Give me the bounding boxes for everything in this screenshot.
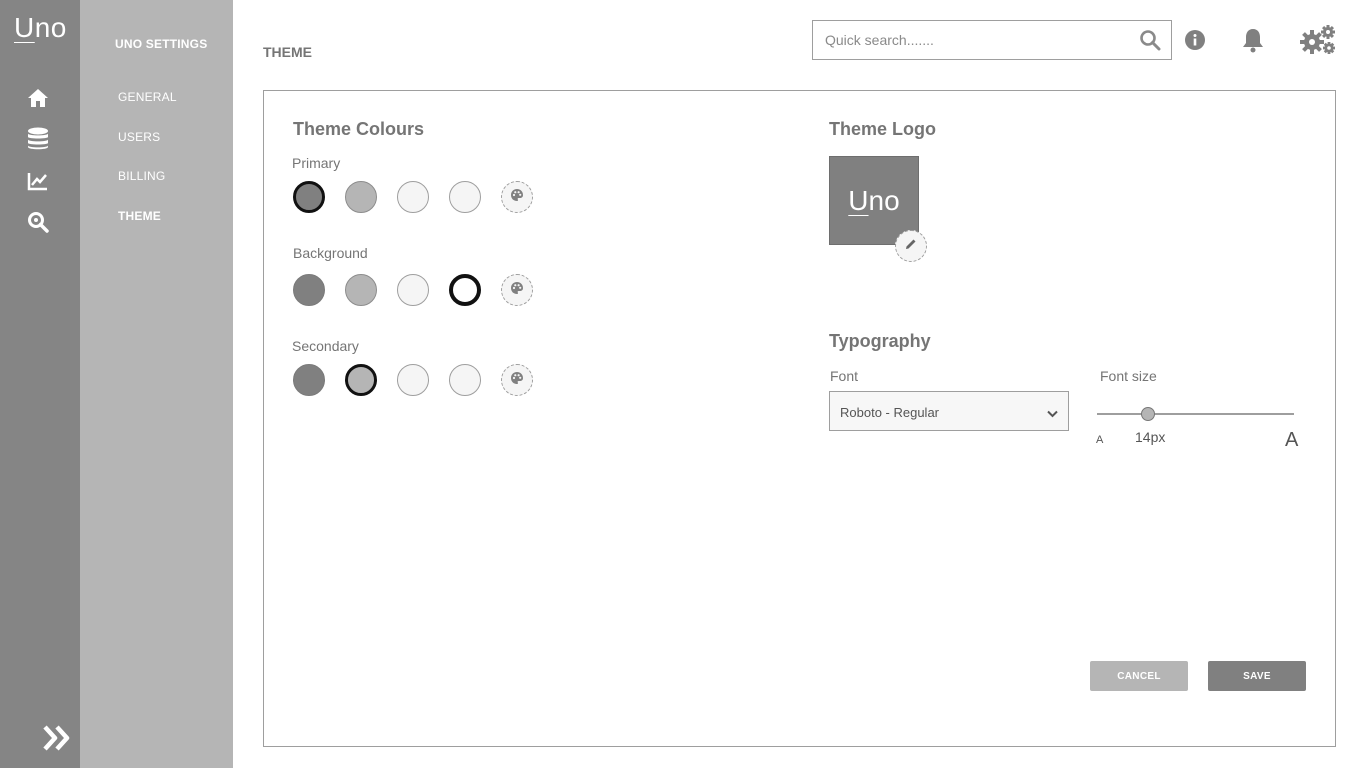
chevron-down-icon: [1047, 405, 1058, 423]
settings-gears-icon[interactable]: [1299, 24, 1337, 56]
secondary-swatch-2[interactable]: [345, 364, 377, 396]
quick-search: [812, 20, 1172, 60]
cancel-button[interactable]: CANCEL: [1090, 661, 1188, 691]
logo-preview-letters-rest: no: [868, 184, 900, 216]
subnav-item-general[interactable]: GENERAL: [118, 90, 177, 104]
palette-icon: [510, 281, 524, 300]
subnav-item-theme[interactable]: THEME: [118, 209, 161, 223]
logo-preview-letter-u: U: [848, 184, 869, 216]
primary-label: Primary: [292, 155, 341, 171]
secondary-custom-colour-button[interactable]: [501, 364, 533, 396]
edit-logo-button[interactable]: [895, 230, 927, 262]
font-size-max-label: A: [1285, 429, 1299, 451]
database-icon[interactable]: [26, 127, 50, 151]
search-input[interactable]: [813, 21, 1133, 59]
app-logo[interactable]: Uno: [14, 12, 67, 44]
icon-rail: Uno: [0, 0, 80, 768]
background-swatch-4[interactable]: [449, 274, 481, 306]
bell-icon[interactable]: [1241, 27, 1265, 53]
font-size-value: 14px: [1135, 429, 1166, 445]
background-swatch-1[interactable]: [293, 274, 325, 306]
pencil-icon: [905, 237, 917, 255]
primary-custom-colour-button[interactable]: [501, 181, 533, 213]
theme-logo-title: Theme Logo: [829, 119, 936, 139]
search-analytics-icon[interactable]: [26, 210, 50, 234]
primary-swatch-3[interactable]: [397, 181, 429, 213]
background-swatch-2[interactable]: [345, 274, 377, 306]
subnav-item-users[interactable]: USERS: [118, 130, 160, 144]
font-size-slider-handle[interactable]: [1141, 407, 1156, 421]
font-size-min-label: A: [1096, 434, 1104, 446]
save-button[interactable]: SAVE: [1208, 661, 1306, 691]
chart-icon[interactable]: [26, 169, 50, 193]
typography-title: Typography: [829, 331, 931, 351]
subnav-item-billing[interactable]: BILLING: [118, 169, 165, 183]
background-swatch-3[interactable]: [397, 274, 429, 306]
font-size-label: Font size: [1100, 368, 1157, 384]
palette-icon: [510, 188, 524, 207]
font-select[interactable]: Roboto - Regular: [829, 391, 1069, 431]
primary-swatch-4[interactable]: [449, 181, 481, 213]
logo-letters-rest: no: [34, 12, 67, 43]
font-select-value: Roboto - Regular: [840, 405, 939, 420]
theme-colours-title: Theme Colours: [293, 119, 425, 139]
palette-icon: [510, 371, 524, 390]
theme-settings-card: Theme Colours Primary Background Seconda…: [263, 90, 1336, 747]
secondary-swatch-1[interactable]: [293, 364, 325, 396]
settings-subnav: UNO SETTINGS GENERAL USERS BILLING THEME: [80, 0, 233, 768]
info-icon[interactable]: [1185, 30, 1205, 50]
secondary-swatch-3[interactable]: [397, 364, 429, 396]
double-chevron-right-icon[interactable]: [42, 724, 72, 752]
home-icon[interactable]: [26, 86, 50, 110]
primary-swatch-1[interactable]: [293, 181, 325, 213]
secondary-label: Secondary: [292, 338, 359, 354]
background-label: Background: [293, 245, 368, 261]
background-custom-colour-button[interactable]: [501, 274, 533, 306]
search-icon[interactable]: [1139, 29, 1161, 51]
subnav-heading: UNO SETTINGS: [115, 37, 208, 51]
font-label: Font: [830, 368, 859, 384]
secondary-swatch-4[interactable]: [449, 364, 481, 396]
page-title: THEME: [263, 44, 312, 60]
logo-letter-u: U: [14, 12, 35, 43]
font-size-slider-track[interactable]: [1097, 413, 1294, 415]
primary-swatch-2[interactable]: [345, 181, 377, 213]
